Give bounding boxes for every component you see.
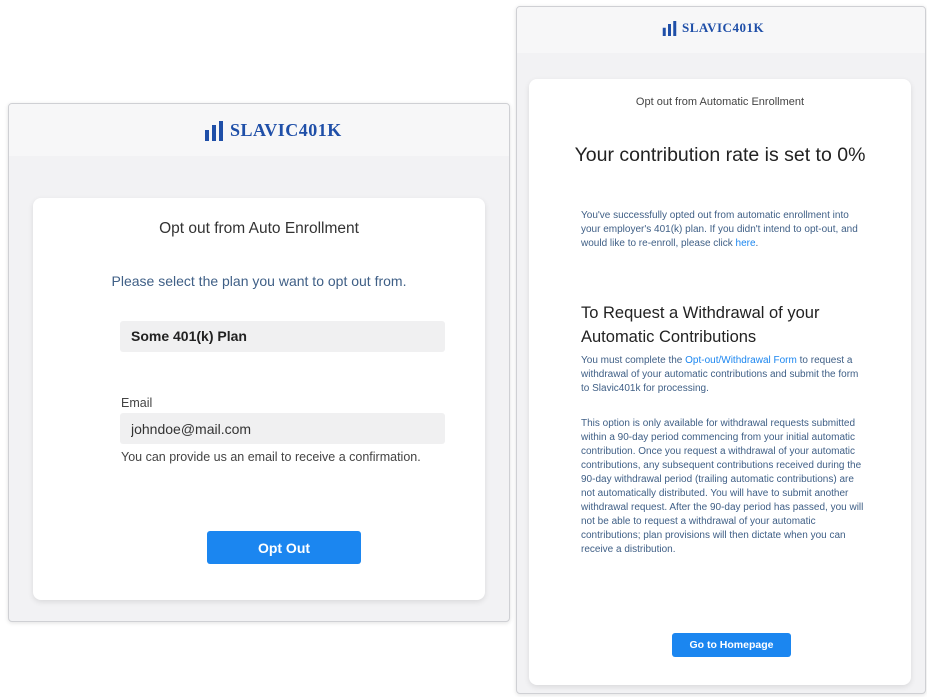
email-help-text: You can provide us an email to receive a…	[121, 450, 421, 464]
withdrawal-form-link[interactable]: Opt-out/Withdrawal Form	[685, 355, 797, 366]
plan-instruction: Please select the plan you want to opt o…	[111, 273, 407, 289]
window-header: SLAVIC401K	[9, 104, 509, 156]
page-title: Opt out from Automatic Enrollment	[635, 96, 805, 108]
brand-logo[interactable]: SLAVIC401K	[662, 20, 764, 36]
reenroll-link[interactable]: here	[736, 238, 756, 249]
plan-option[interactable]: Some 401(k) Plan	[120, 321, 445, 352]
email-field[interactable]	[120, 413, 445, 444]
withdrawal-heading: To Request a Withdrawal of your Automati…	[581, 304, 820, 346]
withdrawal-form-text: You must complete the Opt-out/Withdrawal…	[581, 354, 866, 396]
confirmation-card: Opt out from Automatic Enrollment Your c…	[529, 79, 911, 685]
opt-out-window: SLAVIC401K Opt out from Auto Enrollment …	[8, 103, 510, 622]
bar-chart-logo-icon	[205, 120, 223, 141]
confirmation-window: SLAVIC401K Opt out from Automatic Enroll…	[516, 6, 926, 694]
brand-name: SLAVIC401K	[682, 20, 765, 35]
contribution-rate-heading: Your contribution rate is set to 0%	[574, 144, 866, 166]
confirmation-text: You've successfully opted out from autom…	[581, 210, 858, 249]
brand-logo[interactable]: SLAVIC401K	[204, 120, 342, 141]
go-to-homepage-button[interactable]: Go to Homepage	[672, 633, 791, 657]
bar-chart-logo-icon	[662, 20, 677, 36]
form-text-before: You must complete the	[581, 355, 683, 366]
email-label: Email	[121, 396, 153, 410]
brand-name: SLAVIC401K	[230, 120, 342, 140]
page-title: Opt out from Auto Enrollment	[159, 220, 359, 237]
window-header: SLAVIC401K	[517, 7, 925, 53]
confirmation-message: You've successfully opted out from autom…	[581, 210, 858, 249]
opt-out-card: Opt out from Auto Enrollment Please sele…	[33, 198, 485, 600]
withdrawal-details-text: This option is only available for withdr…	[581, 418, 864, 555]
opt-out-button[interactable]: Opt Out	[207, 531, 361, 564]
